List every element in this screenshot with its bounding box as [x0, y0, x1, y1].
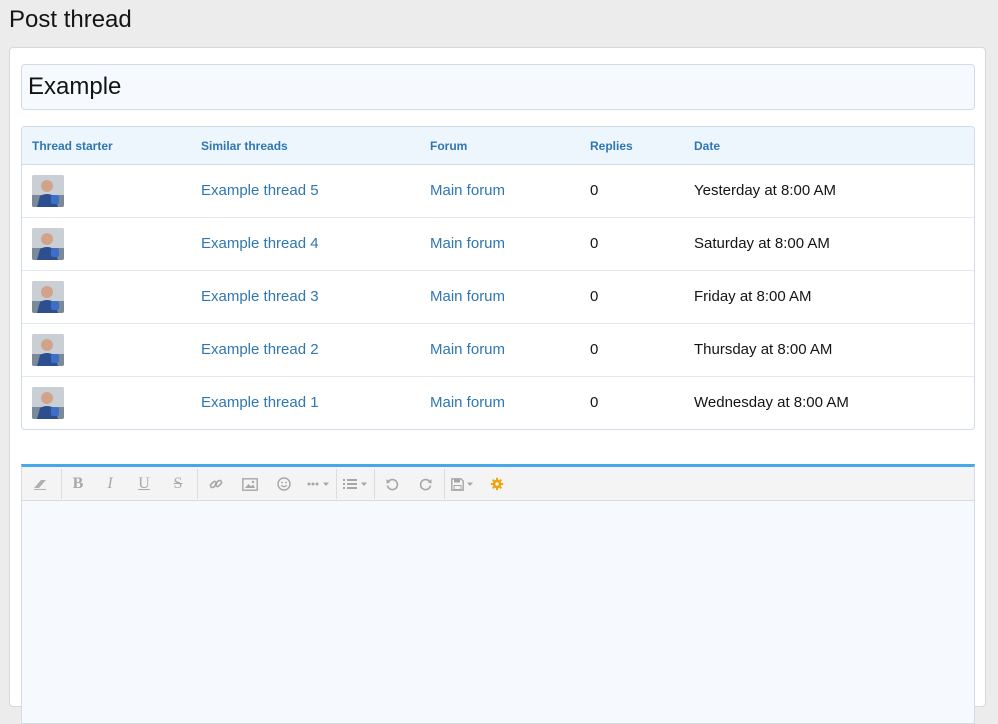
column-thread-starter: Thread starter — [32, 139, 113, 153]
reply-count: 0 — [590, 235, 599, 252]
column-date: Date — [694, 139, 721, 153]
table-row: Example thread 2 Main forum 0 Thursday a… — [22, 324, 974, 377]
reply-count: 0 — [590, 288, 599, 305]
link-icon[interactable] — [204, 472, 228, 496]
toolbar-divider — [197, 469, 198, 499]
thread-title-input[interactable] — [21, 64, 975, 110]
thread-title-link[interactable]: Example thread 5 — [201, 165, 319, 217]
avatar[interactable] — [32, 175, 64, 207]
thread-date: Wednesday at 8:00 AM — [694, 394, 849, 411]
image-icon[interactable] — [238, 472, 262, 496]
post-thread-form: Thread starter Similar threads Forum Rep… — [9, 47, 986, 724]
thread-date: Yesterday at 8:00 AM — [694, 182, 837, 199]
thread-date: Saturday at 8:00 AM — [694, 235, 830, 252]
avatar[interactable] — [32, 281, 64, 313]
forum-link[interactable]: Main forum — [430, 271, 505, 323]
thread-title-link[interactable]: Example thread 3 — [201, 271, 319, 323]
table-row: Example thread 3 Main forum 0 Friday at … — [22, 271, 974, 324]
underline-icon[interactable]: U — [132, 472, 156, 496]
column-similar-threads: Similar threads — [201, 139, 288, 153]
message-editor[interactable]: B I U S — [21, 464, 975, 724]
thread-title-link[interactable]: Example thread 2 — [201, 324, 319, 376]
redo-icon[interactable] — [414, 472, 438, 496]
gear-icon[interactable] — [486, 472, 508, 496]
page-title: Post thread — [9, 6, 132, 33]
similar-threads-table: Thread starter Similar threads Forum Rep… — [21, 126, 975, 430]
editor-toolbar: B I U S — [22, 467, 974, 501]
bold-icon[interactable]: B — [66, 472, 90, 496]
reply-count: 0 — [590, 341, 599, 358]
table-row: Example thread 5 Main forum 0 Yesterday … — [22, 165, 974, 218]
toolbar-divider — [374, 469, 375, 499]
avatar[interactable] — [32, 334, 64, 366]
toolbar-divider — [444, 469, 445, 499]
column-replies: Replies — [590, 139, 633, 153]
table-row: Example thread 4 Main forum 0 Saturday a… — [22, 218, 974, 271]
reply-count: 0 — [590, 394, 599, 411]
strikethrough-icon[interactable]: S — [166, 472, 190, 496]
eraser-icon[interactable] — [30, 472, 52, 496]
thread-title-link[interactable]: Example thread 1 — [201, 377, 319, 429]
message-body-area[interactable] — [22, 501, 974, 723]
undo-icon[interactable] — [380, 472, 404, 496]
forum-link[interactable]: Main forum — [430, 377, 505, 429]
more-options-icon[interactable] — [305, 472, 333, 496]
save-draft-icon[interactable] — [450, 472, 478, 496]
toolbar-divider — [61, 469, 62, 499]
table-row: Example thread 1 Main forum 0 Wednesday … — [22, 377, 974, 429]
thread-date: Friday at 8:00 AM — [694, 288, 812, 305]
smilie-icon[interactable] — [272, 472, 296, 496]
column-forum: Forum — [430, 139, 468, 153]
toolbar-divider — [336, 469, 337, 499]
forum-link[interactable]: Main forum — [430, 324, 505, 376]
italic-icon[interactable]: I — [98, 472, 122, 496]
avatar[interactable] — [32, 228, 64, 260]
thread-title-link[interactable]: Example thread 4 — [201, 218, 319, 270]
avatar[interactable] — [32, 387, 64, 419]
thread-date: Thursday at 8:00 AM — [694, 341, 833, 358]
list-icon[interactable] — [342, 472, 370, 496]
similar-threads-header: Thread starter Similar threads Forum Rep… — [22, 127, 974, 165]
forum-link[interactable]: Main forum — [430, 218, 505, 270]
forum-link[interactable]: Main forum — [430, 165, 505, 217]
reply-count: 0 — [590, 182, 599, 199]
